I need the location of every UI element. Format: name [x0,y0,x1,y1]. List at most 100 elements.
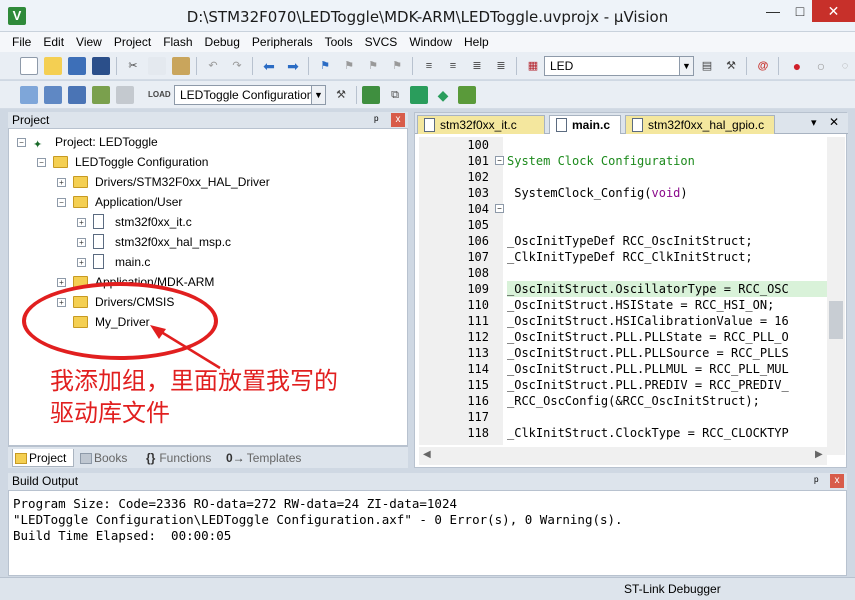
menu-tools[interactable]: Tools [319,32,359,49]
target-options-icon[interactable]: ⚒ [332,86,350,104]
chevron-down-icon[interactable]: ▼ [679,57,693,75]
collapse-icon[interactable]: − [57,198,66,207]
collapse-icon[interactable]: − [17,138,26,147]
pack-installer-icon[interactable] [410,86,428,104]
tab-list-chevron-icon[interactable]: ▾ [811,116,817,129]
file-extensions-icon[interactable]: ⧉ [386,86,404,104]
manage-rte-icon[interactable] [458,86,476,104]
stop-build-icon[interactable] [116,86,134,104]
code-line[interactable]: _ClkInitTypeDef RCC_ClkInitStruct; [507,249,827,265]
code-line[interactable] [507,409,827,425]
menu-svcs[interactable]: SVCS [359,32,404,49]
disable-breakpoint-icon[interactable]: ○ [812,57,830,75]
build-icon[interactable] [44,86,62,104]
breakpoint-icon[interactable]: ● [788,57,806,75]
maximize-button[interactable]: □ [787,0,813,22]
indent-icon[interactable]: ≡ [420,57,438,75]
menu-window[interactable]: Window [403,32,458,49]
vertical-scrollbar[interactable] [827,137,845,455]
expand-icon[interactable]: + [77,258,86,267]
close-window-button[interactable]: ✕ [812,0,855,22]
navigate-back-icon[interactable]: ⬅ [260,57,278,75]
find-icon[interactable]: ▤ [698,57,716,75]
code-line[interactable] [507,217,827,233]
code-line[interactable]: _OscInitStruct.PLL.PLLState = RCC_PLL_O [507,329,827,345]
code-line[interactable]: _ClkInitStruct.ClockType = RCC_CLOCKTYP [507,425,827,441]
menu-view[interactable]: View [70,32,108,49]
minimize-button[interactable]: — [760,0,786,22]
chevron-down-icon[interactable]: ▼ [311,86,325,104]
expand-icon[interactable]: + [57,178,66,187]
translate-icon[interactable] [20,86,38,104]
code-line[interactable] [507,265,827,281]
tab-main-c[interactable]: main.c [549,115,621,134]
expand-icon[interactable]: + [77,238,86,247]
code-line[interactable] [507,137,827,153]
code-line[interactable] [507,169,827,185]
vertical-scroll-thumb[interactable] [829,301,843,339]
code-line[interactable]: _OscInitStruct.HSIState = RCC_HSI_ON; [507,297,827,313]
tab-functions[interactable]: {} Functions [144,449,220,467]
target-select[interactable]: LEDToggle Configuration ▼ [174,85,326,105]
close-icon[interactable]: x [391,113,405,127]
code-line[interactable]: _OscInitStruct.OscillatorType = RCC_OSC [507,281,827,297]
code-line[interactable]: SystemClock_Config(void) [507,185,827,201]
scroll-right-icon[interactable]: ▶ [815,449,823,460]
save-icon[interactable] [68,57,86,75]
code-line[interactable] [507,201,827,217]
pin-icon[interactable]: ᵖ [374,112,379,129]
tab-hal-gpio[interactable]: stm32f0xx_hal_gpio.c [625,115,775,134]
code-line[interactable]: _OscInitStruct.PLL.PREDIV = RCC_PREDIV_ [507,377,827,393]
more-toolbar-icon[interactable]: ◌ [836,57,854,75]
new-file-icon[interactable] [20,57,38,75]
prev-bookmark-icon[interactable]: ⚑ [340,57,358,75]
bookmark-icon[interactable]: ⚑ [316,57,334,75]
incremental-find-icon[interactable]: ⚒ [722,57,740,75]
tab-books[interactable]: Books [78,449,140,467]
next-bookmark-icon[interactable]: ⚑ [364,57,382,75]
find-combo[interactable]: LED ▼ [544,56,694,76]
fold-icon[interactable]: − [495,204,504,213]
horizontal-scrollbar[interactable]: ◀ ▶ [419,447,827,465]
code-line[interactable]: _OscInitStruct.PLL.PLLMUL = RCC_PLL_MUL [507,361,827,377]
unindent-icon[interactable]: ≡ [444,57,462,75]
menu-file[interactable]: File [0,32,37,49]
rebuild-icon[interactable] [68,86,86,104]
code-line[interactable]: _OscInitTypeDef RCC_OscInitStruct; [507,233,827,249]
fold-icon[interactable]: − [495,156,504,165]
code-line[interactable]: System Clock Configuration [507,153,827,169]
debug-session-icon[interactable]: @ [754,57,772,75]
load-icon[interactable]: LOAD [148,86,171,104]
batch-build-icon[interactable] [92,86,110,104]
menu-flash[interactable]: Flash [157,32,198,49]
comment-icon[interactable]: ≣ [468,57,486,75]
collapse-icon[interactable]: − [37,158,46,167]
save-all-icon[interactable] [92,57,110,75]
redo-icon[interactable]: ↷ [228,57,246,75]
scroll-left-icon[interactable]: ◀ [423,449,431,460]
code-line[interactable]: _OscInitStruct.HSICalibrationValue = 16 [507,313,827,329]
pin-icon[interactable]: ᵖ [814,473,819,490]
menu-project[interactable]: Project [108,32,157,49]
undo-icon[interactable]: ↶ [204,57,222,75]
expand-icon[interactable]: + [57,278,66,287]
menu-edit[interactable]: Edit [37,32,70,49]
tab-project[interactable]: Project [12,449,74,467]
tab-stm32f0xx-it[interactable]: stm32f0xx_it.c [417,115,545,134]
manage-project-items-icon[interactable] [362,86,380,104]
code-line[interactable]: _RCC_OscConfig(&RCC_OscInitStruct); [507,393,827,409]
clear-bookmarks-icon[interactable]: ⚑ [388,57,406,75]
menu-help[interactable]: Help [458,32,495,49]
select-software-packs-icon[interactable]: ◆ [434,86,452,104]
tab-templates[interactable]: 0→ Templates [224,449,304,467]
code-line[interactable]: _OscInitStruct.PLL.PLLSource = RCC_PLLS [507,345,827,361]
find-in-files-icon[interactable]: ▦ [524,57,542,75]
open-file-icon[interactable] [44,57,62,75]
close-icon[interactable]: ✕ [829,115,839,129]
expand-icon[interactable]: + [77,218,86,227]
paste-icon[interactable] [172,57,190,75]
copy-icon[interactable] [148,57,166,75]
menu-debug[interactable]: Debug [199,32,246,49]
close-icon[interactable]: x [830,474,844,488]
uncomment-icon[interactable]: ≣ [492,57,510,75]
